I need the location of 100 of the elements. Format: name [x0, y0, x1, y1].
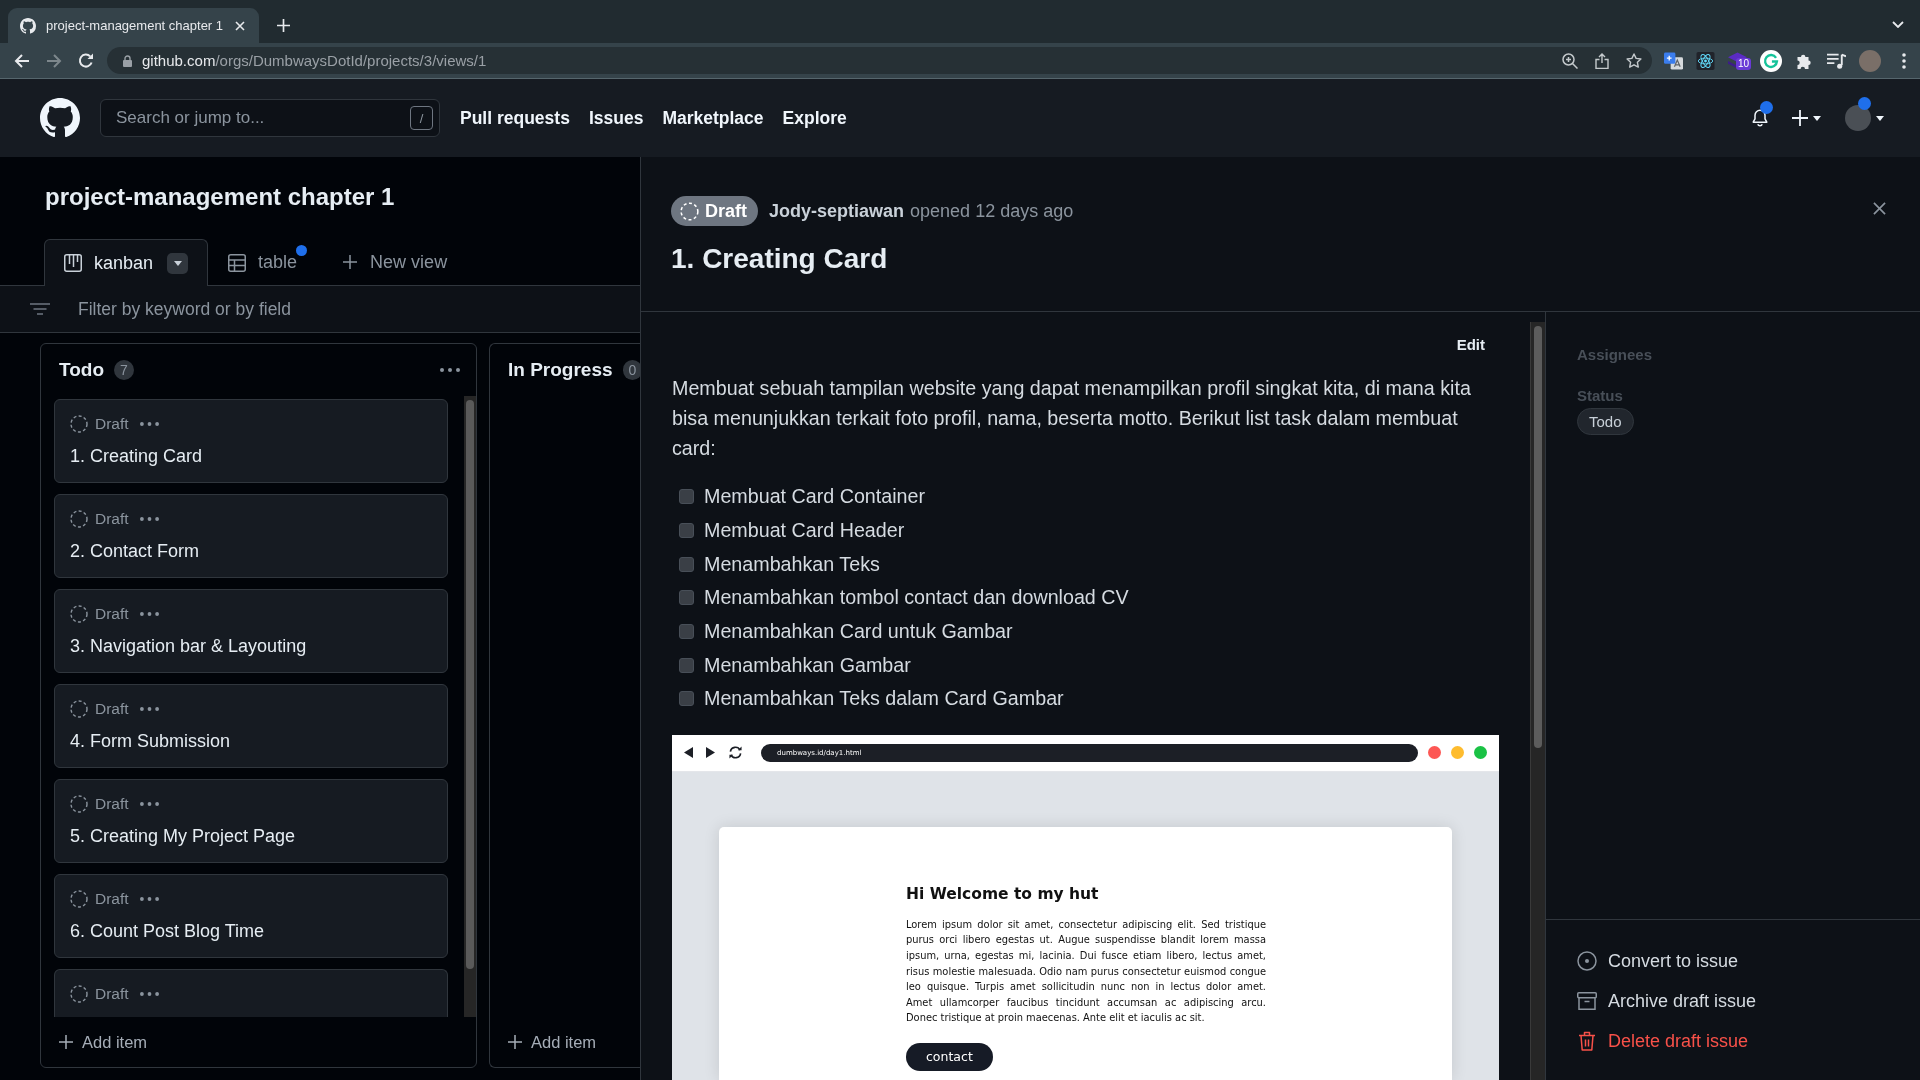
filter-field[interactable]: Filter by keyword or by field — [78, 298, 498, 320]
reload-icon[interactable] — [78, 52, 94, 69]
card-menu-icon[interactable] — [139, 992, 159, 996]
zoom-icon[interactable] — [1562, 52, 1578, 69]
status-pill[interactable]: Todo — [1577, 408, 1634, 435]
contact-pill: contact — [906, 1042, 993, 1071]
issue-title: 1. Creating Card — [671, 242, 888, 276]
view-menu-button[interactable] — [167, 252, 189, 274]
view-tab[interactable]: kanban — [44, 239, 209, 286]
close-icon[interactable] — [1873, 202, 1886, 215]
card-title: 5. Creating My Project Page — [70, 825, 296, 848]
caret-icon[interactable] — [1813, 115, 1821, 121]
action-link[interactable]: Archive draft issue — [1577, 981, 1757, 1021]
scrollbar-thumb[interactable] — [1534, 326, 1542, 748]
back-arrow-icon[interactable] — [14, 52, 30, 69]
nav-link[interactable]: Marketplace — [662, 107, 764, 129]
mock-heading: Hi Welcome to my hut — [906, 883, 1099, 905]
issue-card[interactable]: Draft 6. Count Post Blog Time — [54, 874, 448, 958]
card-menu-icon[interactable] — [139, 517, 159, 521]
task-checkbox[interactable] — [679, 691, 694, 707]
task-checkbox[interactable] — [679, 556, 694, 572]
card-menu-icon[interactable] — [139, 707, 159, 711]
field-label: Assignees — [1577, 346, 1653, 364]
filter-icon[interactable] — [30, 303, 50, 315]
task-label: Menambahkan Gambar — [704, 653, 911, 677]
caret-icon[interactable] — [1876, 115, 1884, 121]
profile-avatar[interactable] — [1845, 105, 1871, 131]
draft-status-icon — [70, 605, 88, 623]
task-checkbox[interactable] — [679, 624, 694, 640]
task-checkbox[interactable] — [679, 489, 694, 505]
card-status: Draft — [95, 890, 129, 908]
card-title: 1. Creating Card — [70, 445, 203, 468]
card-status: Draft — [95, 415, 129, 433]
project-title: project-management chapter 1 — [45, 182, 395, 212]
atom-icon[interactable] — [1696, 51, 1715, 70]
edit-button[interactable]: Edit — [1456, 335, 1485, 355]
task-label: Menambahkan tombol contact dan download CV — [704, 586, 1129, 610]
action-link[interactable]: Convert to issue — [1577, 941, 1739, 981]
window-maximize-dot-icon — [1474, 746, 1487, 760]
column-menu-icon[interactable] — [440, 368, 460, 372]
column-title: In Progress — [508, 359, 613, 381]
issue-card[interactable]: Draft — [54, 969, 448, 1017]
browser-tab[interactable]: project-management chapter 1 — [8, 8, 260, 43]
draft-status-icon — [70, 985, 88, 1003]
issue-card[interactable]: Draft 4. Form Submission — [54, 684, 448, 768]
nav-link[interactable]: Issues — [588, 107, 644, 129]
item-count: 7 — [114, 360, 134, 380]
task-checkbox[interactable] — [679, 523, 694, 539]
star-icon[interactable] — [1626, 52, 1642, 69]
view-tab[interactable]: table — [208, 239, 318, 285]
draft-status-icon — [70, 890, 88, 908]
add-item-button[interactable]: Add item — [41, 1017, 476, 1067]
filter-bar[interactable]: Filter by keyword or by field — [0, 285, 640, 333]
lock-icon — [123, 54, 132, 67]
issue-circle-icon — [1577, 951, 1597, 971]
card-menu-icon[interactable] — [139, 897, 159, 901]
nav-link[interactable]: Explore — [782, 107, 847, 129]
mock-paragraph: Lorem ipsum dolor sit amet, consectetur adipiscing elit. Sed tristique purus orci libero egestas ut. Augue suspendisse blandit lorem massa ipsum, urna, egestas mi, lacinia. Dui fusce etiam libero, lectus amet, risus molestie malesuada. Odio nam purus consectetur euismod congue leo quisque. Turpis amet sollicitudin nunc non in lectus dolor amet. Amet ullamcorper faucibus tincidunt accumsan ac adipiscing arcu. Donec tristique at proin maecenas. Ante elit et iaculis ac sit. — [906, 917, 1266, 1026]
card-menu-icon[interactable] — [139, 422, 159, 426]
new-view-button[interactable]: New view — [343, 251, 448, 273]
issue-card[interactable]: Draft 2. Contact Form — [54, 494, 448, 578]
forward-arrow-icon[interactable] — [46, 52, 62, 69]
card-title: 3. Navigation bar & Layouting — [70, 635, 307, 658]
plus-icon — [343, 255, 358, 269]
address-bar[interactable]: github.com/orgs/DumbwaysDotId/projects/3/views/1 — [107, 47, 1652, 74]
circle-arc-icon[interactable] — [1760, 49, 1782, 72]
issue-card[interactable]: Draft 1. Creating Card — [54, 399, 448, 483]
task-checkbox[interactable] — [679, 657, 694, 673]
nav-link[interactable]: Pull requests — [460, 107, 570, 129]
task-checkbox[interactable] — [679, 590, 694, 606]
issue-description: Membuat sebuah tampilan website yang dapat menampilkan profil singkat kita, di mana kita bisa menunjukkan terkait foto profil, nama, beserta motto. Berikut list task dalam membuat card: — [672, 376, 1472, 461]
issue-card[interactable]: Draft 3. Navigation bar & Layouting — [54, 589, 448, 673]
plus-icon[interactable] — [1792, 110, 1808, 126]
archive-box-icon — [1577, 991, 1597, 1011]
chevron-down-icon[interactable] — [1892, 21, 1904, 28]
forward-triangle-icon — [706, 747, 715, 759]
opened-time: opened 12 days ago — [910, 200, 1074, 222]
column-title: Todo — [59, 359, 104, 381]
author-name[interactable]: Jody-septiawan — [769, 200, 905, 222]
menu-icon[interactable] — [1902, 52, 1906, 69]
card-menu-icon[interactable] — [139, 802, 159, 806]
github-logo-icon[interactable] — [40, 98, 80, 138]
item-count: 0 — [622, 360, 640, 380]
issue-card[interactable]: Draft 5. Creating My Project Page — [54, 779, 448, 863]
board-icon — [64, 254, 82, 272]
add-item-button[interactable]: Add item — [490, 1017, 640, 1067]
table-icon — [228, 253, 247, 272]
share-icon[interactable] — [1594, 52, 1610, 69]
plus-icon[interactable] — [277, 19, 291, 32]
action-link[interactable]: Delete draft issue — [1577, 1021, 1749, 1061]
github-logo-icon — [20, 17, 36, 34]
scrollbar-thumb[interactable] — [466, 400, 474, 969]
bell-icon[interactable] — [1752, 109, 1768, 127]
status-label: Draft — [705, 200, 747, 222]
window-minimize-dot-icon — [1451, 746, 1464, 760]
draft-status-icon — [70, 510, 88, 528]
card-menu-icon[interactable] — [139, 612, 159, 616]
media-queue-icon[interactable] — [1827, 51, 1846, 70]
card-status: Draft — [95, 985, 129, 1003]
translate-icon[interactable] — [1664, 51, 1683, 70]
